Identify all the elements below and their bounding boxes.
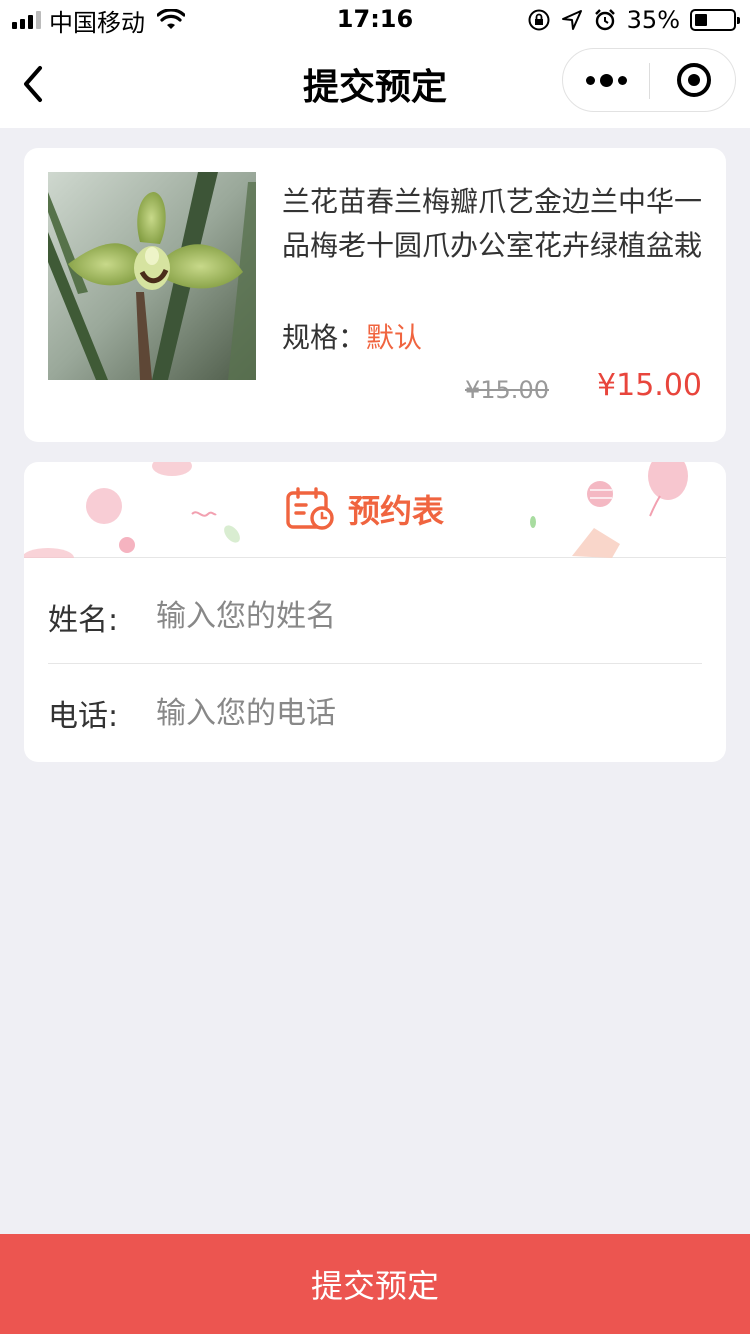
- calendar-clock-icon: [286, 487, 334, 530]
- alarm-clock-icon: [594, 9, 615, 31]
- spec-label: 规格：: [282, 321, 367, 354]
- battery-icon: [690, 9, 740, 31]
- form-title: 预约表: [286, 486, 444, 532]
- status-bar-right: 35%: [527, 6, 740, 34]
- original-price: ¥15.00: [465, 376, 549, 404]
- status-bar: 中国移动 17:16 35%: [0, 0, 750, 40]
- capsule-close-button[interactable]: [650, 49, 737, 111]
- miniprogram-capsule: [562, 48, 736, 112]
- name-label: 姓名:: [48, 602, 119, 638]
- more-dots-icon[interactable]: [563, 49, 650, 111]
- submit-reservation-button[interactable]: 提交预定: [0, 1234, 750, 1334]
- reservation-form-card: 预约表 姓名: 电话:: [24, 462, 726, 762]
- product-spec: 规格：默认: [282, 320, 422, 356]
- phone-input[interactable]: [144, 695, 664, 731]
- name-input[interactable]: [144, 599, 664, 634]
- current-price: ¥15.00: [597, 368, 702, 403]
- phone-field-row: 电话:: [48, 666, 702, 760]
- form-title-text: 预约表: [348, 492, 445, 530]
- product-image: [48, 172, 256, 380]
- battery-percent: 35%: [626, 6, 680, 34]
- product-title: 兰花苗春兰梅瓣爪艺金边兰中华一品梅老十圆爪办公室花卉绿植盆栽: [282, 185, 703, 262]
- product-card: 兰花苗春兰梅瓣爪艺金边兰中华一品梅老十圆爪办公室花卉绿植盆栽 规格：默认 ¥15…: [24, 148, 726, 442]
- nav-bar: 提交预定: [0, 40, 750, 128]
- target-circle-icon: [676, 63, 711, 97]
- phone-label: 电话:: [48, 699, 119, 734]
- rotation-lock-icon: [528, 9, 550, 31]
- name-field-row: 姓名:: [48, 570, 702, 664]
- form-header: 预约表: [24, 462, 726, 558]
- spec-value: 默认: [366, 321, 423, 354]
- location-arrow-icon: [561, 10, 582, 30]
